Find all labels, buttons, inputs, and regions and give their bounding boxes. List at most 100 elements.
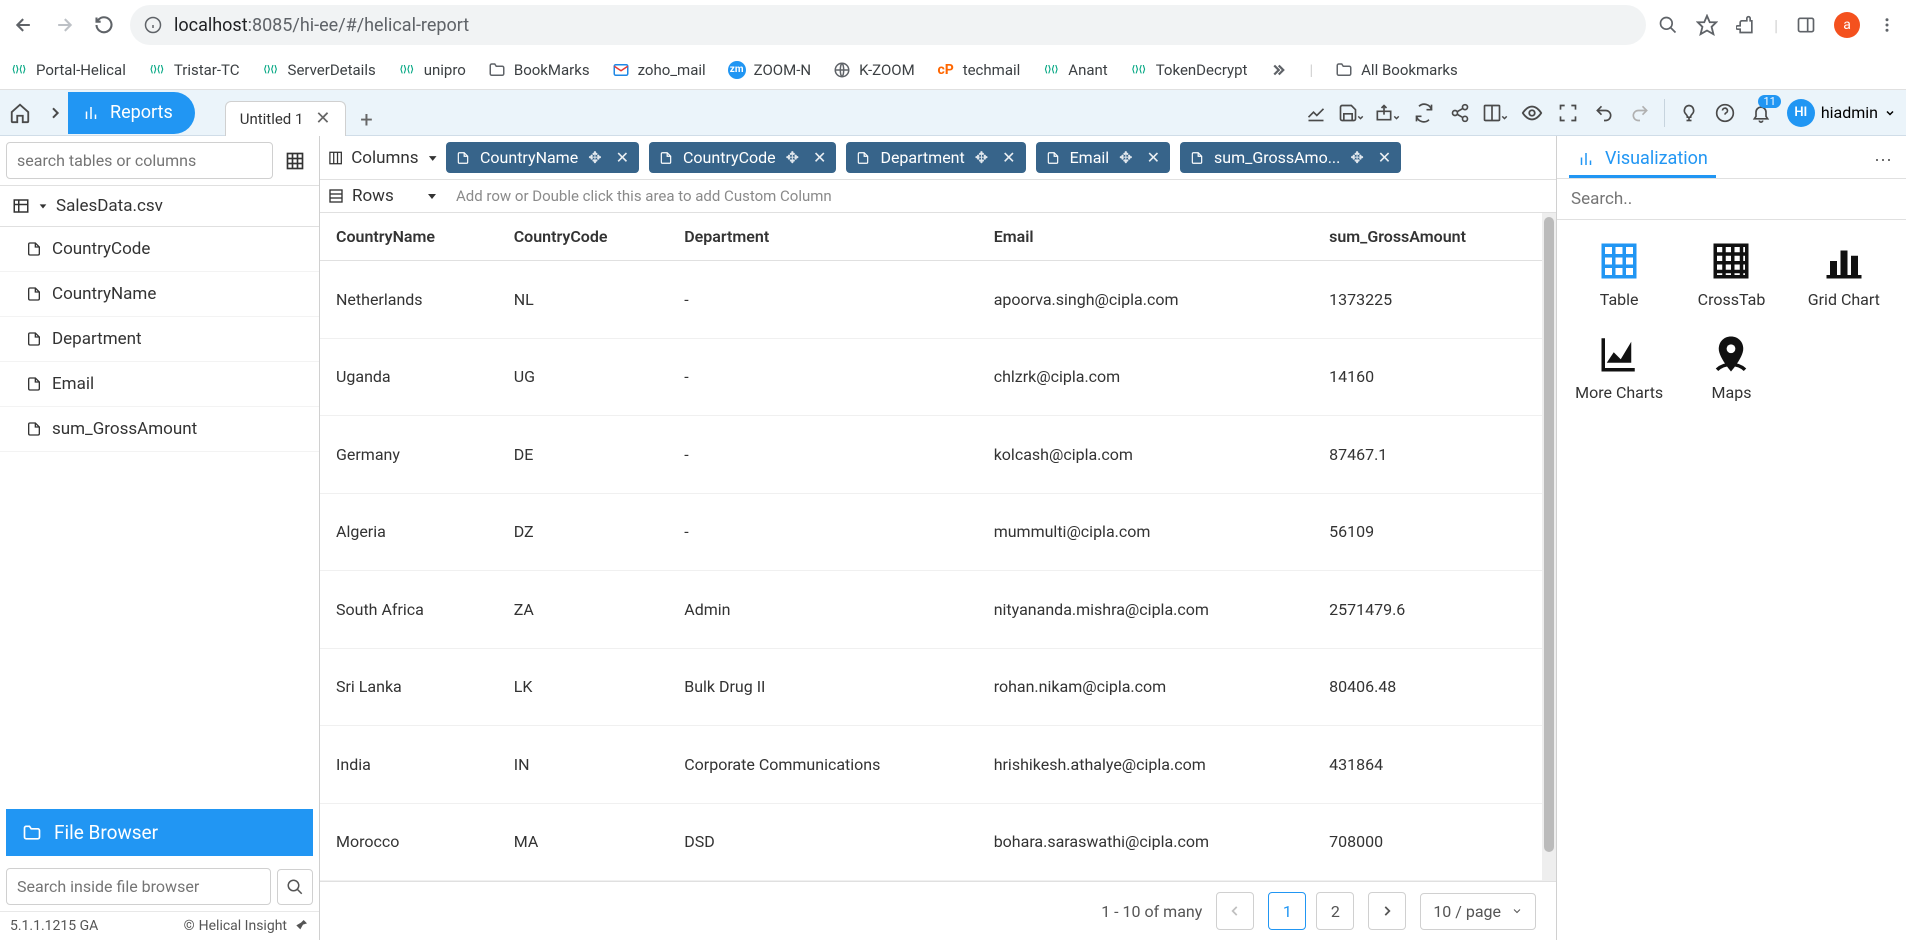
chip-remove-icon[interactable]: ✕ — [1147, 148, 1160, 167]
viz-search-input[interactable] — [1557, 179, 1906, 220]
per-page-select[interactable]: 10 / page — [1420, 893, 1536, 930]
file-browser-button[interactable]: File Browser — [6, 809, 313, 856]
field-item[interactable]: CountryCode — [0, 227, 319, 272]
layout-icon[interactable] — [1482, 99, 1510, 127]
user-menu[interactable]: HI hiadmin — [1787, 99, 1896, 127]
bookmark-overflow-icon[interactable] — [1269, 61, 1287, 79]
export-icon[interactable] — [1374, 99, 1402, 127]
viz-option[interactable]: More Charts — [1563, 325, 1675, 410]
search-button[interactable] — [277, 869, 313, 905]
visualization-tab[interactable]: Visualization — [1569, 142, 1716, 178]
extensions-icon[interactable] — [1736, 15, 1756, 35]
table-row: IndiaINCorporate Communicationshrishikes… — [320, 726, 1542, 804]
bookmark-item[interactable]: ⟨⟩⟨⟩Tristar-TC — [148, 61, 240, 79]
column-header[interactable]: CountryName — [320, 213, 498, 261]
chip-remove-icon[interactable]: ✕ — [813, 148, 826, 167]
bookmark-item[interactable]: ⟨⟩⟨⟩Anant — [1042, 61, 1107, 79]
profile-avatar[interactable]: a — [1834, 12, 1860, 38]
table-cell: 431864 — [1313, 726, 1542, 804]
close-tab-icon[interactable]: ✕ — [315, 110, 330, 128]
zoom-icon[interactable] — [1658, 15, 1678, 35]
all-bookmarks-button[interactable]: All Bookmarks — [1335, 61, 1458, 79]
column-chip[interactable]: Department✥✕ — [846, 142, 1025, 173]
chip-remove-icon[interactable]: ✕ — [616, 148, 629, 167]
overflow-menu-icon[interactable] — [1878, 16, 1896, 34]
chart-icon[interactable] — [1302, 99, 1330, 127]
table-cell: Bulk Drug II — [668, 648, 977, 726]
notifications-icon[interactable]: 11 — [1747, 99, 1775, 127]
chip-drag-icon[interactable]: ✥ — [975, 148, 988, 167]
scrollbar[interactable] — [1542, 213, 1556, 881]
back-button[interactable] — [10, 11, 38, 39]
save-icon[interactable] — [1338, 99, 1366, 127]
preview-icon[interactable] — [1518, 99, 1546, 127]
grid-toggle-icon[interactable] — [277, 143, 313, 179]
field-item[interactable]: CountryName — [0, 272, 319, 317]
page-number-button[interactable]: 2 — [1316, 892, 1354, 930]
viz-option[interactable]: Grid Chart — [1788, 232, 1900, 317]
document-tab[interactable]: Untitled 1 ✕ — [225, 101, 346, 136]
url-bar[interactable]: localhost:8085/hi-ee/#/helical-report — [130, 5, 1646, 45]
columns-shelf-label[interactable]: Columns — [328, 148, 438, 168]
chip-drag-icon[interactable]: ✥ — [588, 148, 601, 167]
hint-icon[interactable] — [1675, 99, 1703, 127]
browser-toolbar: localhost:8085/hi-ee/#/helical-report | … — [0, 0, 1906, 50]
field-item[interactable]: Email — [0, 362, 319, 407]
chip-remove-icon[interactable]: ✕ — [1002, 148, 1015, 167]
bookmark-item[interactable]: cPtechmail — [937, 61, 1021, 79]
column-chip[interactable]: CountryCode✥✕ — [649, 142, 836, 173]
help-icon[interactable] — [1711, 99, 1739, 127]
column-header[interactable]: Email — [978, 213, 1313, 261]
expand-button[interactable] — [40, 93, 70, 133]
bookmark-item[interactable]: K-ZOOM — [833, 61, 915, 79]
chip-drag-icon[interactable]: ✥ — [1119, 148, 1132, 167]
pin-icon[interactable] — [293, 918, 309, 934]
prev-page-button[interactable] — [1216, 892, 1254, 930]
column-chip[interactable]: sum_GrossAmo...✥✕ — [1180, 142, 1401, 173]
column-header[interactable]: CountryCode — [498, 213, 669, 261]
fullscreen-icon[interactable] — [1554, 99, 1582, 127]
field-item[interactable]: Department — [0, 317, 319, 362]
datasource-item[interactable]: SalesData.csv — [0, 186, 319, 227]
reload-button[interactable] — [90, 11, 118, 39]
chip-remove-icon[interactable]: ✕ — [1378, 148, 1391, 167]
bookmark-item[interactable]: BookMarks — [488, 61, 590, 79]
forward-button[interactable] — [50, 11, 78, 39]
new-tab-button[interactable]: + — [352, 106, 382, 136]
rows-shelf-label[interactable]: Rows — [328, 186, 438, 206]
share-icon[interactable] — [1446, 99, 1474, 127]
bookmark-item[interactable]: zmZOOM-N — [728, 61, 811, 79]
sidepanel-icon[interactable] — [1796, 15, 1816, 35]
bookmark-icon — [612, 61, 630, 79]
table-cell: 14160 — [1313, 338, 1542, 416]
undo-icon[interactable] — [1590, 99, 1618, 127]
file-browser-search-input[interactable] — [6, 868, 271, 905]
reports-tab[interactable]: Reports — [68, 92, 195, 134]
column-header[interactable]: Department — [668, 213, 977, 261]
bookmark-item[interactable]: ⟨⟩⟨⟩TokenDecrypt — [1130, 61, 1248, 79]
viz-overflow-icon[interactable]: ⋯ — [1874, 150, 1894, 171]
bookmark-item[interactable]: ⟨⟩⟨⟩ServerDetails — [262, 61, 376, 79]
home-button[interactable] — [0, 93, 40, 133]
bookmark-item[interactable]: ⟨⟩⟨⟩Portal-Helical — [10, 61, 126, 79]
viz-option[interactable]: Maps — [1675, 325, 1787, 410]
redo-icon[interactable] — [1626, 99, 1654, 127]
viz-option[interactable]: CrossTab — [1675, 232, 1787, 317]
search-columns-input[interactable] — [6, 142, 273, 179]
page-number-button[interactable]: 1 — [1268, 892, 1306, 930]
refresh-icon[interactable] — [1410, 99, 1438, 127]
field-item[interactable]: sum_GrossAmount — [0, 407, 319, 452]
column-header[interactable]: sum_GrossAmount — [1313, 213, 1542, 261]
chip-drag-icon[interactable]: ✥ — [1350, 148, 1363, 167]
file-icon — [1046, 151, 1060, 165]
info-icon — [144, 16, 162, 34]
star-icon[interactable] — [1696, 14, 1718, 36]
chip-drag-icon[interactable]: ✥ — [786, 148, 799, 167]
viz-option[interactable]: Table — [1563, 232, 1675, 317]
bookmark-item[interactable]: ⟨⟩⟨⟩unipro — [398, 61, 466, 79]
bookmark-item[interactable]: zoho_mail — [612, 61, 706, 79]
column-chip[interactable]: CountryName✥✕ — [446, 142, 639, 173]
rows-placeholder[interactable]: Add row or Double click this area to add… — [446, 187, 1548, 205]
column-chip[interactable]: Email✥✕ — [1036, 142, 1170, 173]
next-page-button[interactable] — [1368, 892, 1406, 930]
